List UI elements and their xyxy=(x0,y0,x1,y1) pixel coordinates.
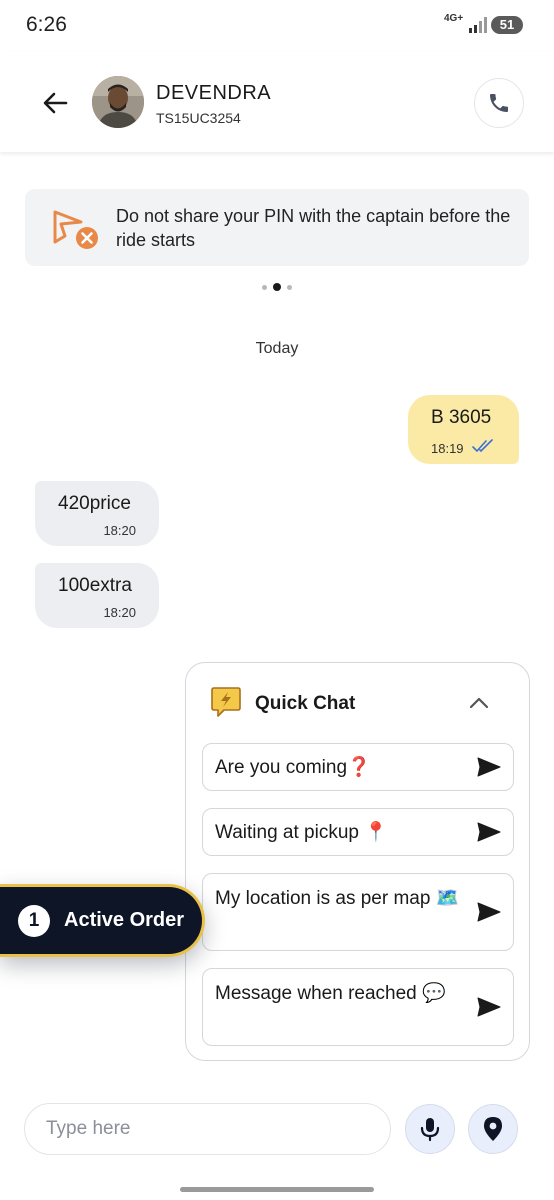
microphone-icon xyxy=(420,1118,440,1142)
active-order-button[interactable]: 1 Active Order xyxy=(0,884,205,957)
status-bar: 6:26 4G+ 51 xyxy=(0,0,554,52)
quick-reply-label: Are you coming❓ xyxy=(215,757,371,778)
incoming-message[interactable]: 420price 18:20 xyxy=(35,481,159,546)
back-button[interactable] xyxy=(38,86,72,120)
quick-chat-title: Quick Chat xyxy=(255,693,356,714)
chevron-up-icon xyxy=(469,697,489,709)
chat-header: DEVENDRA TS15UC3254 xyxy=(0,52,554,152)
carousel-dot[interactable] xyxy=(262,284,267,290)
driver-avatar xyxy=(92,76,144,128)
battery-icon: 51 xyxy=(491,16,523,34)
send-icon[interactable] xyxy=(477,756,501,778)
carousel-dot[interactable] xyxy=(287,284,292,290)
message-input[interactable] xyxy=(46,1104,376,1153)
quick-reply-option[interactable]: Message when reached 💬 xyxy=(202,968,514,1046)
home-indicator[interactable] xyxy=(180,1187,374,1192)
quick-reply-label: Message when reached 💬 xyxy=(215,983,446,1004)
vehicle-number: TS15UC3254 xyxy=(156,110,241,126)
arrow-left-icon xyxy=(43,92,68,114)
lightning-chat-icon xyxy=(211,687,241,717)
pin-safety-notice: Do not share your PIN with the captain b… xyxy=(25,189,529,266)
send-icon[interactable] xyxy=(477,821,501,843)
status-time: 6:26 xyxy=(26,13,67,36)
active-order-label: Active Order xyxy=(64,909,185,931)
signal-icon xyxy=(469,17,487,33)
message-text: 100extra xyxy=(58,575,132,596)
driver-name: DEVENDRA xyxy=(156,82,272,104)
double-check-icon xyxy=(472,439,493,453)
location-pin-icon xyxy=(484,1117,502,1141)
phone-icon xyxy=(490,94,508,112)
incoming-message[interactable]: 100extra 18:20 xyxy=(35,563,159,628)
message-time: 18:20 xyxy=(103,523,136,538)
quick-reply-option[interactable]: Are you coming❓ xyxy=(202,743,514,791)
network-type-label: 4G+ xyxy=(444,13,464,24)
call-button[interactable] xyxy=(474,78,524,128)
no-share-icon xyxy=(53,210,98,249)
outgoing-message[interactable]: B 3605 18:19 xyxy=(408,395,519,464)
active-order-count-badge: 1 xyxy=(18,905,50,937)
quick-reply-option[interactable]: My location is as per map 🗺️ xyxy=(202,873,514,951)
message-text: 420price xyxy=(58,493,131,514)
send-icon[interactable] xyxy=(477,901,501,923)
collapse-button[interactable] xyxy=(466,691,492,715)
quick-reply-label: Waiting at pickup 📍 xyxy=(215,822,388,843)
send-icon[interactable] xyxy=(477,996,501,1018)
message-text: B 3605 xyxy=(431,407,492,428)
carousel-dot-active[interactable] xyxy=(273,283,281,291)
carousel-indicator xyxy=(0,283,554,291)
message-time: 18:20 xyxy=(103,605,136,620)
date-separator: Today xyxy=(255,340,299,357)
message-input-container xyxy=(24,1103,391,1155)
share-location-button[interactable] xyxy=(468,1104,518,1154)
quick-reply-label: My location is as per map 🗺️ xyxy=(215,888,460,909)
notice-text: Do not share your PIN with the captain b… xyxy=(116,206,511,250)
message-time: 18:19 xyxy=(431,441,464,456)
quick-reply-option[interactable]: Waiting at pickup 📍 xyxy=(202,808,514,856)
voice-button[interactable] xyxy=(405,1104,455,1154)
quick-chat-panel: Quick Chat Are you coming❓ Waiting at pi… xyxy=(185,662,530,1061)
